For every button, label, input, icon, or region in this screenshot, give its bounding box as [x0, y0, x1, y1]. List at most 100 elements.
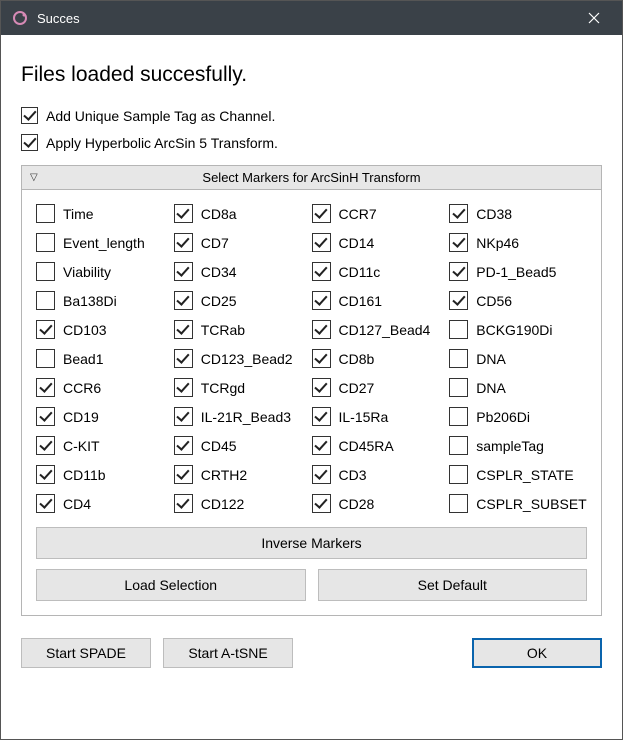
- ok-button[interactable]: OK: [472, 638, 602, 668]
- marker-checkbox[interactable]: [449, 436, 468, 455]
- marker-checkbox[interactable]: [174, 291, 193, 310]
- marker-item: DNA: [449, 349, 587, 368]
- marker-checkbox[interactable]: [36, 320, 55, 339]
- marker-checkbox[interactable]: [449, 465, 468, 484]
- panel-header[interactable]: ▽ Select Markers for ArcSinH Transform: [22, 166, 601, 190]
- marker-item: CD28: [312, 494, 450, 513]
- marker-label: CD34: [201, 264, 237, 280]
- marker-label: CD122: [201, 496, 245, 512]
- marker-checkbox[interactable]: [449, 291, 468, 310]
- marker-checkbox[interactable]: [174, 436, 193, 455]
- marker-checkbox[interactable]: [449, 494, 468, 513]
- marker-checkbox[interactable]: [174, 465, 193, 484]
- checkbox[interactable]: [21, 134, 38, 151]
- marker-label: CD45RA: [339, 438, 394, 454]
- load-selection-button[interactable]: Load Selection: [36, 569, 306, 601]
- marker-item: BCKG190Di: [449, 320, 587, 339]
- marker-checkbox[interactable]: [36, 204, 55, 223]
- marker-label: CD4: [63, 496, 91, 512]
- marker-checkbox[interactable]: [174, 233, 193, 252]
- marker-label: CD28: [339, 496, 375, 512]
- marker-checkbox[interactable]: [312, 407, 331, 426]
- set-default-button[interactable]: Set Default: [318, 569, 588, 601]
- marker-checkbox[interactable]: [174, 262, 193, 281]
- marker-item: CD34: [174, 262, 312, 281]
- marker-label: Viability: [63, 264, 111, 280]
- marker-checkbox[interactable]: [449, 262, 468, 281]
- marker-label: CD127_Bead4: [339, 322, 431, 338]
- marker-label: NKp46: [476, 235, 519, 251]
- marker-checkbox[interactable]: [312, 378, 331, 397]
- start-atsne-button[interactable]: Start A-tSNE: [163, 638, 293, 668]
- marker-checkbox[interactable]: [312, 204, 331, 223]
- marker-label: PD-1_Bead5: [476, 264, 556, 280]
- marker-item: IL-15Ra: [312, 407, 450, 426]
- bottom-buttons: Start SPADE Start A-tSNE OK: [21, 638, 602, 668]
- markers-panel: ▽ Select Markers for ArcSinH Transform T…: [21, 165, 602, 616]
- marker-label: CD27: [339, 380, 375, 396]
- start-spade-button[interactable]: Start SPADE: [21, 638, 151, 668]
- marker-checkbox[interactable]: [36, 436, 55, 455]
- marker-checkbox[interactable]: [36, 494, 55, 513]
- app-icon: [11, 9, 29, 27]
- marker-item: Event_length: [36, 233, 174, 252]
- marker-checkbox[interactable]: [312, 291, 331, 310]
- marker-item: CD161: [312, 291, 450, 310]
- marker-item: CD8b: [312, 349, 450, 368]
- marker-checkbox[interactable]: [312, 320, 331, 339]
- marker-label: BCKG190Di: [476, 322, 552, 338]
- marker-label: CD19: [63, 409, 99, 425]
- marker-label: CCR7: [339, 206, 377, 222]
- marker-label: C-KIT: [63, 438, 100, 454]
- marker-item: CD11c: [312, 262, 450, 281]
- marker-item: CSPLR_STATE: [449, 465, 587, 484]
- marker-item: CD7: [174, 233, 312, 252]
- marker-checkbox[interactable]: [36, 465, 55, 484]
- marker-item: PD-1_Bead5: [449, 262, 587, 281]
- marker-checkbox[interactable]: [449, 320, 468, 339]
- marker-checkbox[interactable]: [36, 378, 55, 397]
- marker-checkbox[interactable]: [36, 262, 55, 281]
- marker-label: Event_length: [63, 235, 145, 251]
- marker-item: CD45RA: [312, 436, 450, 455]
- marker-checkbox[interactable]: [449, 349, 468, 368]
- panel-title: Select Markers for ArcSinH Transform: [202, 170, 420, 185]
- checkbox[interactable]: [21, 107, 38, 124]
- marker-checkbox[interactable]: [312, 233, 331, 252]
- marker-checkbox[interactable]: [174, 407, 193, 426]
- top-checkbox-row: Add Unique Sample Tag as Channel.: [21, 107, 602, 124]
- marker-checkbox[interactable]: [36, 407, 55, 426]
- marker-checkbox[interactable]: [312, 494, 331, 513]
- marker-checkbox[interactable]: [449, 378, 468, 397]
- spacer: [305, 638, 460, 668]
- marker-label: CD38: [476, 206, 512, 222]
- marker-checkbox[interactable]: [449, 204, 468, 223]
- marker-checkbox[interactable]: [174, 494, 193, 513]
- marker-checkbox[interactable]: [449, 407, 468, 426]
- marker-item: CD14: [312, 233, 450, 252]
- marker-checkbox[interactable]: [312, 465, 331, 484]
- marker-checkbox[interactable]: [174, 378, 193, 397]
- marker-grid: Time CD8a CCR7 CD38 Event_length CD7 CD14 NKp46…: [22, 190, 601, 527]
- marker-item: Time: [36, 204, 174, 223]
- marker-label: CSPLR_SUBSET: [476, 496, 586, 512]
- marker-checkbox[interactable]: [174, 320, 193, 339]
- marker-checkbox[interactable]: [36, 291, 55, 310]
- marker-label: CD3: [339, 467, 367, 483]
- marker-label: CD8a: [201, 206, 237, 222]
- marker-checkbox[interactable]: [312, 436, 331, 455]
- marker-checkbox[interactable]: [174, 204, 193, 223]
- marker-item: Bead1: [36, 349, 174, 368]
- marker-checkbox[interactable]: [312, 262, 331, 281]
- marker-checkbox[interactable]: [312, 349, 331, 368]
- marker-label: CD14: [339, 235, 375, 251]
- marker-checkbox[interactable]: [174, 349, 193, 368]
- inverse-markers-button[interactable]: Inverse Markers: [36, 527, 587, 559]
- marker-label: CD11b: [63, 467, 106, 483]
- collapse-icon: ▽: [30, 172, 38, 183]
- marker-checkbox[interactable]: [36, 349, 55, 368]
- marker-item: DNA: [449, 378, 587, 397]
- marker-checkbox[interactable]: [36, 233, 55, 252]
- close-button[interactable]: [574, 1, 614, 35]
- marker-checkbox[interactable]: [449, 233, 468, 252]
